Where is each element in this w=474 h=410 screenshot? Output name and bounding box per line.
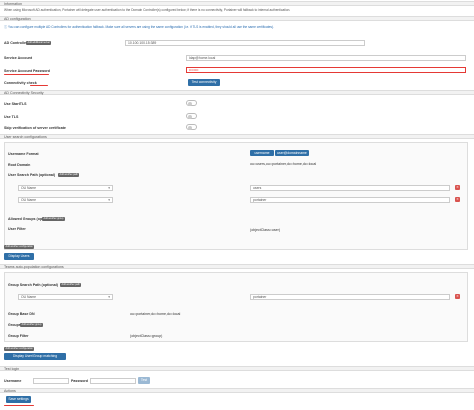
display-user-group-button[interactable]: Display User/Group matching (4, 353, 66, 360)
add-configuration-button[interactable]: Add another configuration (4, 245, 35, 249)
ad-config-header: AD configuration (0, 16, 474, 21)
test-password-input[interactable] (90, 378, 136, 384)
ou-value-input[interactable]: portainer (250, 197, 450, 203)
user-search-header: User search configurations (0, 134, 474, 139)
search-path-label: User Search Path (optional) (8, 173, 56, 177)
security-header: AD Connectivity Security (0, 90, 474, 95)
user-filter-label: User Filter (8, 227, 26, 231)
service-account-input[interactable]: ldap@home.local (186, 55, 466, 61)
info-header: Information (0, 1, 474, 6)
annotation-underline (4, 74, 49, 76)
starttls-toggle[interactable] (186, 100, 197, 106)
user-search-box (4, 142, 468, 250)
add-team-group-button[interactable]: Add another group (20, 323, 43, 327)
service-password-label: Service Account Password (4, 69, 51, 73)
add-group-button[interactable]: Add another group (42, 217, 65, 221)
annotation-underline (30, 85, 48, 87)
username-format-label: Username Format (8, 152, 39, 156)
format-username-button[interactable]: username (250, 150, 274, 156)
tls-toggle[interactable] (186, 113, 197, 119)
group-base-label: Group Base DN (8, 312, 35, 316)
info-text: When using Microsoft AD authentication, … (4, 8, 291, 12)
root-domain-value: ou=users,ou=portainer,dc=home,dc=local (250, 162, 317, 166)
group-ou-value-input[interactable]: portainer (250, 294, 450, 300)
user-filter-value: (objectClass=user) (250, 228, 281, 232)
ou-type-select[interactable]: OU Name (18, 185, 113, 191)
skip-verify-label: Skip verification of server certificate (4, 126, 66, 130)
delete-row-icon[interactable]: ✕ (455, 294, 460, 299)
service-password-input[interactable]: •••••••• (186, 67, 466, 73)
ad-controller-input[interactable]: 10.100.100.15:389 (125, 40, 365, 46)
test-login-button[interactable]: Test (138, 377, 150, 384)
add-team-configuration-button[interactable]: Add another configuration (4, 347, 35, 351)
save-settings-button[interactable]: Save settings (6, 396, 31, 403)
test-username-input[interactable] (33, 378, 69, 384)
test-login-header: Test login (0, 366, 474, 371)
group-filter-label: Group Filter (8, 334, 29, 338)
starttls-label: Use StartTLS (4, 102, 27, 106)
ad-config-note: ⓘ You can configure multiple AD Controll… (4, 25, 274, 29)
delete-row-icon[interactable]: ✕ (455, 185, 460, 190)
annotation-underline (4, 405, 34, 407)
teams-header: Teams auto-population configurations (0, 264, 474, 269)
groups-label: Groups (8, 323, 21, 327)
test-username-label: Username (4, 379, 22, 383)
format-domain-button[interactable]: user@domainname (275, 150, 309, 156)
skip-verify-toggle[interactable] (186, 124, 197, 130)
test-password-label: Password (71, 379, 88, 383)
add-search-path-button[interactable]: Add another path (58, 173, 80, 177)
display-users-button[interactable]: Display Users (4, 253, 34, 260)
actions-header: Actions (0, 388, 474, 393)
tls-label: Use TLS (4, 115, 19, 119)
ou-type-select[interactable]: OU Name (18, 197, 113, 203)
group-filter-value: (objectClass=group) (130, 334, 163, 338)
group-base-value: ou=portainer,dc=home,dc=local (130, 312, 181, 316)
root-domain-label: Root Domain (8, 163, 31, 167)
test-connectivity-button[interactable]: Test connectivity (188, 79, 220, 86)
delete-row-icon[interactable]: ✕ (455, 197, 460, 202)
ou-value-input[interactable]: users (250, 185, 450, 191)
ad-controller-label: AD Controller (4, 41, 28, 45)
group-ou-type-select[interactable]: OU Name (18, 294, 113, 300)
add-server-button[interactable]: Add additional server (26, 41, 52, 45)
group-search-label: Group Search Path (optional) (8, 283, 58, 287)
add-group-path-button[interactable]: Add another path (60, 283, 82, 287)
service-account-label: Service Account (4, 56, 33, 60)
